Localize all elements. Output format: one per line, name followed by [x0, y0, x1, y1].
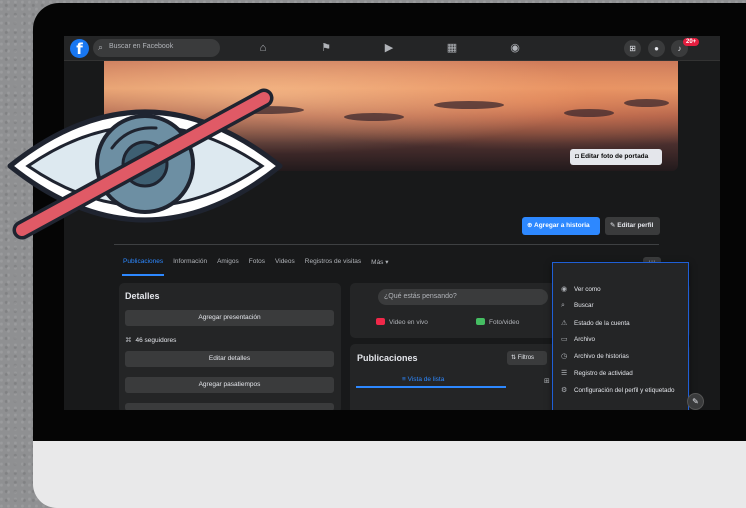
archive-icon: ▭ — [561, 336, 568, 343]
home-icon[interactable]: ⌂ — [256, 41, 270, 55]
add-story-label: Agregar a historia — [534, 222, 590, 229]
menu-item-archivo-historias[interactable]: ◷ Archivo de historias — [561, 352, 629, 360]
list-view-tab[interactable]: ≡ Vista de lista — [402, 376, 444, 383]
menu-item-ver-como[interactable]: ◉ Ver como — [561, 285, 601, 293]
menu-item-registro-actividad[interactable]: ☰ Registro de actividad — [561, 369, 633, 377]
plus-circle-icon: ⊕ — [527, 222, 535, 229]
tab-registros-visitas[interactable]: Registros de visitas — [300, 252, 366, 274]
facebook-logo[interactable]: f — [70, 39, 89, 58]
grid-view-icon[interactable]: ⊞ — [544, 377, 550, 385]
menu-item-configuracion-perfil[interactable]: ⚙ Configuración del perfil y etiquetado — [561, 386, 674, 394]
marketplace-icon[interactable]: ▦ — [445, 41, 459, 55]
tab-publicaciones[interactable]: Publicaciones — [118, 252, 168, 276]
live-video-label: Video en vivo — [389, 319, 428, 326]
profile-options-menu: ◉ Ver como ⌕ Buscar ⚠ Estado de la cuenta ▭… — [552, 262, 689, 410]
cloud — [344, 113, 404, 121]
filter-icon: ⇅ — [511, 355, 518, 361]
add-bio-button[interactable]: Agregar presentación — [125, 310, 334, 326]
add-hobbies-button[interactable]: Agregar pasatiempos — [125, 377, 334, 393]
photo-video-label: Foto/video — [489, 319, 520, 326]
notifications-badge: 20+ — [683, 38, 700, 46]
details-title: Detalles — [125, 291, 160, 301]
tab-videos[interactable]: Videos — [270, 252, 300, 274]
menu-grid-icon[interactable]: ⊞ — [624, 40, 641, 57]
followers-count: 46 seguidores — [135, 337, 177, 344]
followers-row: ⌘ 46 seguidores — [125, 336, 176, 344]
new-message-icon[interactable]: ✎ — [687, 393, 704, 410]
photo-video-button[interactable]: Foto/video — [476, 318, 519, 326]
cloud — [564, 109, 614, 117]
cloud — [434, 101, 504, 109]
edit-cover-photo-button[interactable]: ◘ Editar foto de portada — [570, 149, 662, 165]
flag-icon[interactable]: ⚑ — [319, 41, 333, 55]
details-card: Detalles Agregar presentación ⌘ 46 seguid… — [119, 283, 341, 410]
active-view-indicator — [356, 386, 506, 388]
crossed-eye-icon — [7, 88, 283, 240]
tab-informacion[interactable]: Información — [168, 252, 212, 274]
edit-details-button[interactable]: Editar detalles — [125, 351, 334, 367]
filters-button[interactable]: ⇅ Filtros — [507, 351, 547, 365]
eye-icon: ◉ — [561, 286, 568, 293]
posts-title: Publicaciones — [357, 353, 418, 363]
filters-label: Filtros — [517, 355, 535, 361]
menu-item-buscar[interactable]: ⌕ Buscar — [561, 302, 594, 310]
top-navbar: f ⌕ Buscar en Facebook ⌂ ⚑ ▶ ▦ ◉ ⊞ ● ♪ 2… — [64, 36, 720, 61]
menu-item-archivo[interactable]: ▭ Archivo — [561, 335, 595, 343]
groups-icon[interactable]: ◉ — [508, 41, 522, 55]
profile-tabs: Publicaciones Información Amigos Fotos V… — [118, 252, 394, 276]
warning-icon: ⚠ — [561, 320, 568, 327]
list-view-label: Vista de lista — [407, 376, 445, 383]
live-video-icon — [376, 318, 385, 325]
menu-item-estado-cuenta[interactable]: ⚠ Estado de la cuenta — [561, 319, 630, 327]
video-icon[interactable]: ▶ — [382, 41, 396, 55]
settings-icon: ⚙ — [561, 387, 568, 394]
search-placeholder: Buscar en Facebook — [109, 43, 174, 50]
rss-icon: ⌘ — [125, 337, 132, 344]
search-icon: ⌕ — [98, 42, 104, 52]
history-icon: ◷ — [561, 353, 568, 360]
cloud — [624, 99, 669, 107]
edit-cover-label: Editar foto de portada — [580, 153, 649, 160]
add-featured-button[interactable] — [125, 403, 334, 410]
search-bar[interactable]: ⌕ Buscar en Facebook — [93, 39, 220, 57]
photo-icon — [476, 318, 485, 325]
composer-input[interactable]: ¿Qué estás pensando? — [378, 289, 548, 305]
tab-fotos[interactable]: Fotos — [244, 252, 270, 274]
messenger-icon[interactable]: ● — [648, 40, 665, 57]
edit-profile-button[interactable]: ✎ Editar perfil — [605, 217, 660, 235]
tab-amigos[interactable]: Amigos — [212, 252, 244, 274]
edit-profile-label: Editar perfil — [617, 222, 654, 229]
tab-mas[interactable]: Más ▾ — [366, 252, 393, 274]
add-story-button[interactable]: ⊕ Agregar a historia — [522, 217, 600, 235]
search-icon: ⌕ — [561, 302, 565, 309]
list-icon: ☰ — [561, 370, 568, 377]
monitor-chin — [33, 441, 746, 508]
live-video-button[interactable]: Video en vivo — [376, 318, 428, 326]
